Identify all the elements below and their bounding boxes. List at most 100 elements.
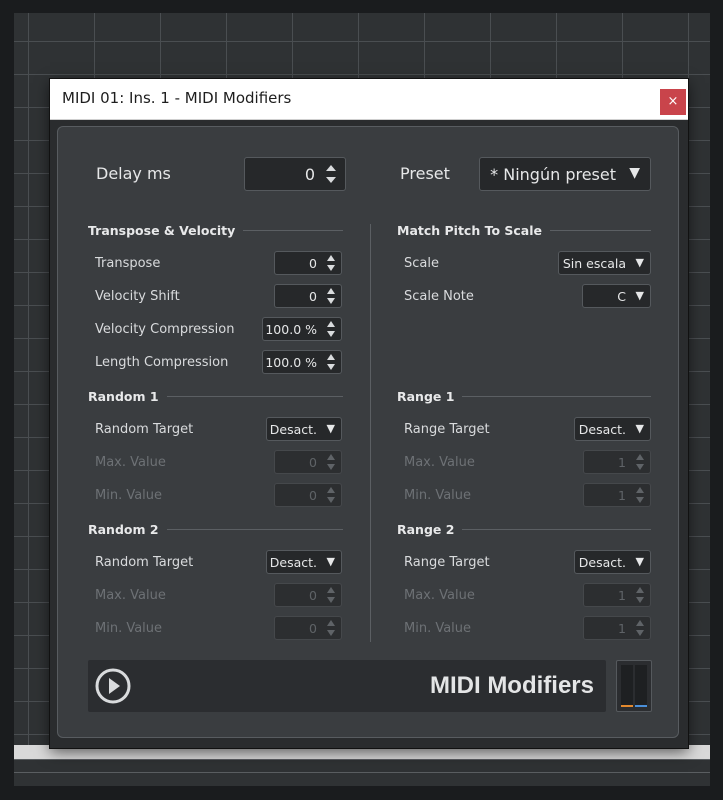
velocity-shift-label: Velocity Shift	[95, 289, 180, 304]
random1-min-field: 0	[274, 483, 342, 507]
delay-ms-value: 0	[304, 165, 315, 184]
range1-min-label: Min. Value	[404, 488, 472, 503]
scale-note-value: C	[617, 289, 626, 304]
spinner-arrows-icon[interactable]	[325, 353, 337, 371]
spinner-arrows-icon[interactable]	[324, 163, 338, 185]
column-divider	[370, 224, 371, 642]
section-title: Range 1	[397, 389, 455, 404]
chevron-down-icon: ▼	[326, 422, 335, 435]
range1-max-label: Max. Value	[404, 455, 475, 470]
chevron-down-icon: ▼	[629, 165, 640, 181]
range1-target-dropdown[interactable]: Desact. ▼	[574, 417, 651, 441]
range2-max-label: Max. Value	[404, 588, 475, 603]
spinner-arrows-icon	[325, 453, 337, 471]
random2-max-field: 0	[274, 583, 342, 607]
range1-target-value: Desact.	[578, 422, 626, 437]
random2-target-label: Random Target	[95, 555, 194, 570]
transpose-label: Transpose	[95, 256, 161, 271]
chevron-down-icon: ▼	[635, 289, 644, 302]
random1-max-field: 0	[274, 450, 342, 474]
range1-min-field: 1	[583, 483, 651, 507]
section-range-2: Range 2	[397, 522, 651, 537]
delay-ms-field[interactable]: 0	[244, 157, 346, 191]
spinner-arrows-icon[interactable]	[325, 287, 337, 305]
velocity-compression-label: Velocity Compression	[95, 322, 235, 337]
range2-target-dropdown[interactable]: Desact. ▼	[574, 550, 651, 574]
random2-target-value: Desact.	[269, 555, 317, 570]
range2-max-field: 1	[583, 583, 651, 607]
section-random-1: Random 1	[88, 389, 343, 404]
spinner-arrows-icon	[634, 619, 646, 637]
range2-max-value: 1	[618, 588, 626, 603]
scale-value: Sin escala	[562, 256, 626, 271]
length-compression-field[interactable]: 100.0 %	[262, 350, 342, 374]
delay-label: Delay ms	[96, 164, 171, 183]
section-title: Match Pitch To Scale	[397, 223, 543, 238]
meter-left-channel	[621, 665, 633, 707]
random2-max-value: 0	[309, 588, 317, 603]
random1-max-label: Max. Value	[95, 455, 166, 470]
window-title: MIDI 01: Ins. 1 - MIDI Modifiers	[62, 89, 292, 107]
section-random-2: Random 2	[88, 522, 343, 537]
preset-value: * Ningún preset	[490, 165, 616, 184]
random1-target-label: Random Target	[95, 422, 194, 437]
section-title: Range 2	[397, 522, 455, 537]
spinner-arrows-icon	[325, 586, 337, 604]
plugin-panel: Delay ms 0 Preset * Ningún preset ▼ Tran…	[57, 126, 679, 738]
midi-activity-meter	[616, 660, 652, 712]
close-button[interactable]: ×	[660, 89, 686, 115]
preset-dropdown[interactable]: * Ningún preset ▼	[479, 157, 651, 191]
plugin-name: MIDI Modifiers	[429, 672, 594, 699]
spinner-arrows-icon	[634, 486, 646, 504]
meter-right-channel	[635, 665, 647, 707]
random2-min-label: Min. Value	[95, 621, 163, 636]
play-icon[interactable]	[95, 668, 131, 704]
random2-min-value: 0	[309, 621, 317, 636]
velocity-shift-value: 0	[309, 289, 317, 304]
random1-min-label: Min. Value	[95, 488, 163, 503]
random1-min-value: 0	[309, 488, 317, 503]
transpose-value: 0	[309, 256, 317, 271]
chevron-down-icon: ▼	[635, 555, 644, 568]
random1-target-dropdown[interactable]: Desact. ▼	[266, 417, 342, 441]
chevron-down-icon: ▼	[635, 256, 644, 269]
velocity-compression-field[interactable]: 100.0 %	[262, 317, 342, 341]
spinner-arrows-icon[interactable]	[325, 254, 337, 272]
section-title: Random 1	[88, 389, 159, 404]
spinner-arrows-icon	[325, 486, 337, 504]
random1-max-value: 0	[309, 455, 317, 470]
title-bar[interactable]: MIDI 01: Ins. 1 - MIDI Modifiers ×	[50, 79, 688, 120]
plugin-footer: MIDI Modifiers	[88, 660, 606, 712]
background-track-area	[14, 759, 710, 786]
scale-dropdown[interactable]: Sin escala ▼	[558, 251, 651, 275]
velocity-shift-field[interactable]: 0	[274, 284, 342, 308]
range1-max-value: 1	[618, 455, 626, 470]
section-title: Random 2	[88, 522, 159, 537]
range1-target-label: Range Target	[404, 422, 490, 437]
range2-min-field: 1	[583, 616, 651, 640]
random1-target-value: Desact.	[269, 422, 317, 437]
midi-modifiers-window: MIDI 01: Ins. 1 - MIDI Modifiers × Delay…	[50, 79, 688, 748]
section-title: Transpose & Velocity	[88, 223, 236, 238]
range2-min-label: Min. Value	[404, 621, 472, 636]
section-transpose-velocity: Transpose & Velocity	[88, 223, 343, 238]
section-range-1: Range 1	[397, 389, 651, 404]
random2-target-dropdown[interactable]: Desact. ▼	[266, 550, 342, 574]
length-compression-value: 100.0 %	[265, 355, 317, 370]
section-match-pitch: Match Pitch To Scale	[397, 223, 651, 238]
spinner-arrows-icon	[634, 453, 646, 471]
scale-note-dropdown[interactable]: C ▼	[582, 284, 651, 308]
transpose-field[interactable]: 0	[274, 251, 342, 275]
random2-min-field: 0	[274, 616, 342, 640]
range2-target-value: Desact.	[578, 555, 626, 570]
range2-min-value: 1	[618, 621, 626, 636]
chevron-down-icon: ▼	[326, 555, 335, 568]
spinner-arrows-icon	[325, 619, 337, 637]
range1-max-field: 1	[583, 450, 651, 474]
preset-label: Preset	[400, 164, 450, 183]
scale-note-label: Scale Note	[404, 289, 474, 304]
random2-max-label: Max. Value	[95, 588, 166, 603]
spinner-arrows-icon	[634, 586, 646, 604]
spinner-arrows-icon[interactable]	[325, 320, 337, 338]
velocity-compression-value: 100.0 %	[265, 322, 317, 337]
